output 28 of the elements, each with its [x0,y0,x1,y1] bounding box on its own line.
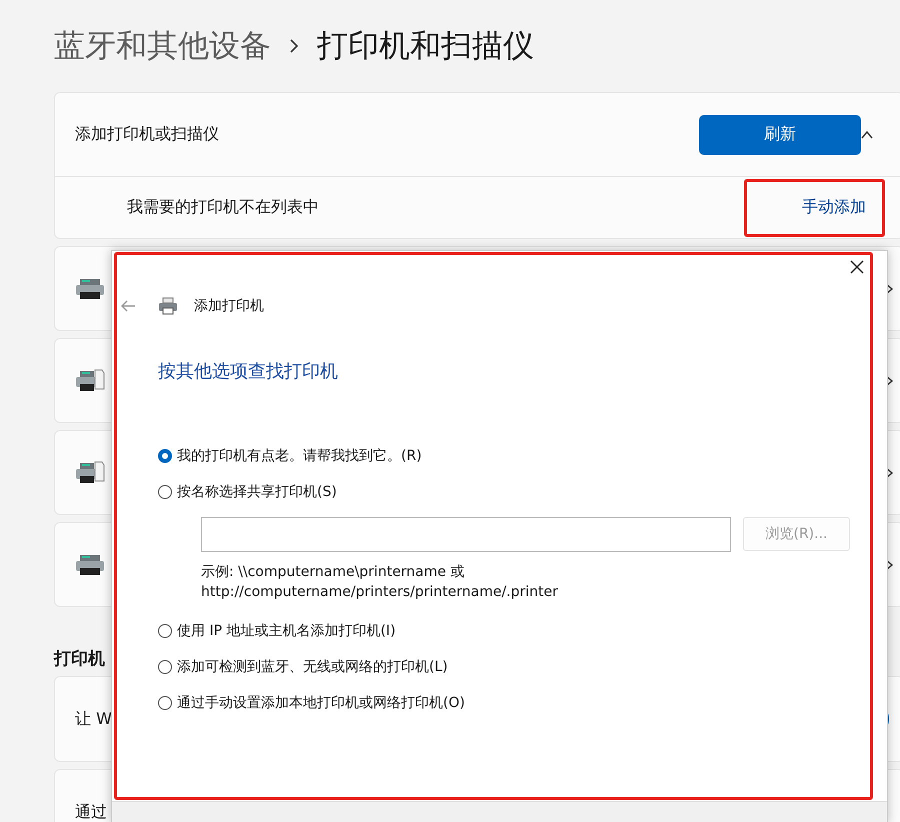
setting-label: 让 W [75,708,112,730]
breadcrumb-parent[interactable]: 蓝牙和其他设备 [54,25,271,67]
add-printer-label: 添加打印机或扫描仪 [75,124,219,145]
printer-icon [75,552,105,576]
fax-printer-icon [75,460,105,484]
printer-icon [75,276,105,300]
radio-option[interactable]: 我的打印机有点老。请帮我找到它。(R) [158,447,887,465]
back-arrow-icon[interactable] [120,299,136,313]
printer-icon [158,297,178,315]
page-title: 打印机和扫描仪 [317,27,534,66]
radio-option[interactable]: 添加可检测到蓝牙、无线或网络的打印机(L) [158,658,887,676]
printer-not-listed-label: 我需要的打印机不在列表中 [127,197,319,218]
example-text: http://computername/printers/printername/.printer [201,583,560,602]
setting-label: 通过 [75,802,107,822]
printer-name-field[interactable] [201,517,731,552]
radio-option[interactable]: 通过手动设置添加本地打印机或网络打印机(O) [158,694,887,712]
example-text: 示例: \\computername\printername 或 [201,563,466,582]
add-manually-link[interactable]: 手动添加 [802,197,866,218]
refresh-button[interactable]: 刷新 [699,114,861,154]
chevron-right-icon [289,39,299,53]
radio-option[interactable]: 按名称选择共享打印机(S) [158,483,887,501]
fax-printer-icon [75,368,105,392]
radio-option[interactable]: 使用 IP 地址或主机名添加打印机(I) [158,622,887,640]
close-icon[interactable] [849,259,865,275]
dialog-heading: 按其他选项查找打印机 [158,360,339,383]
section-heading: 打印机 [54,648,105,670]
chevron-up-icon[interactable] [861,128,873,140]
dialog-title: 添加打印机 [194,297,264,315]
